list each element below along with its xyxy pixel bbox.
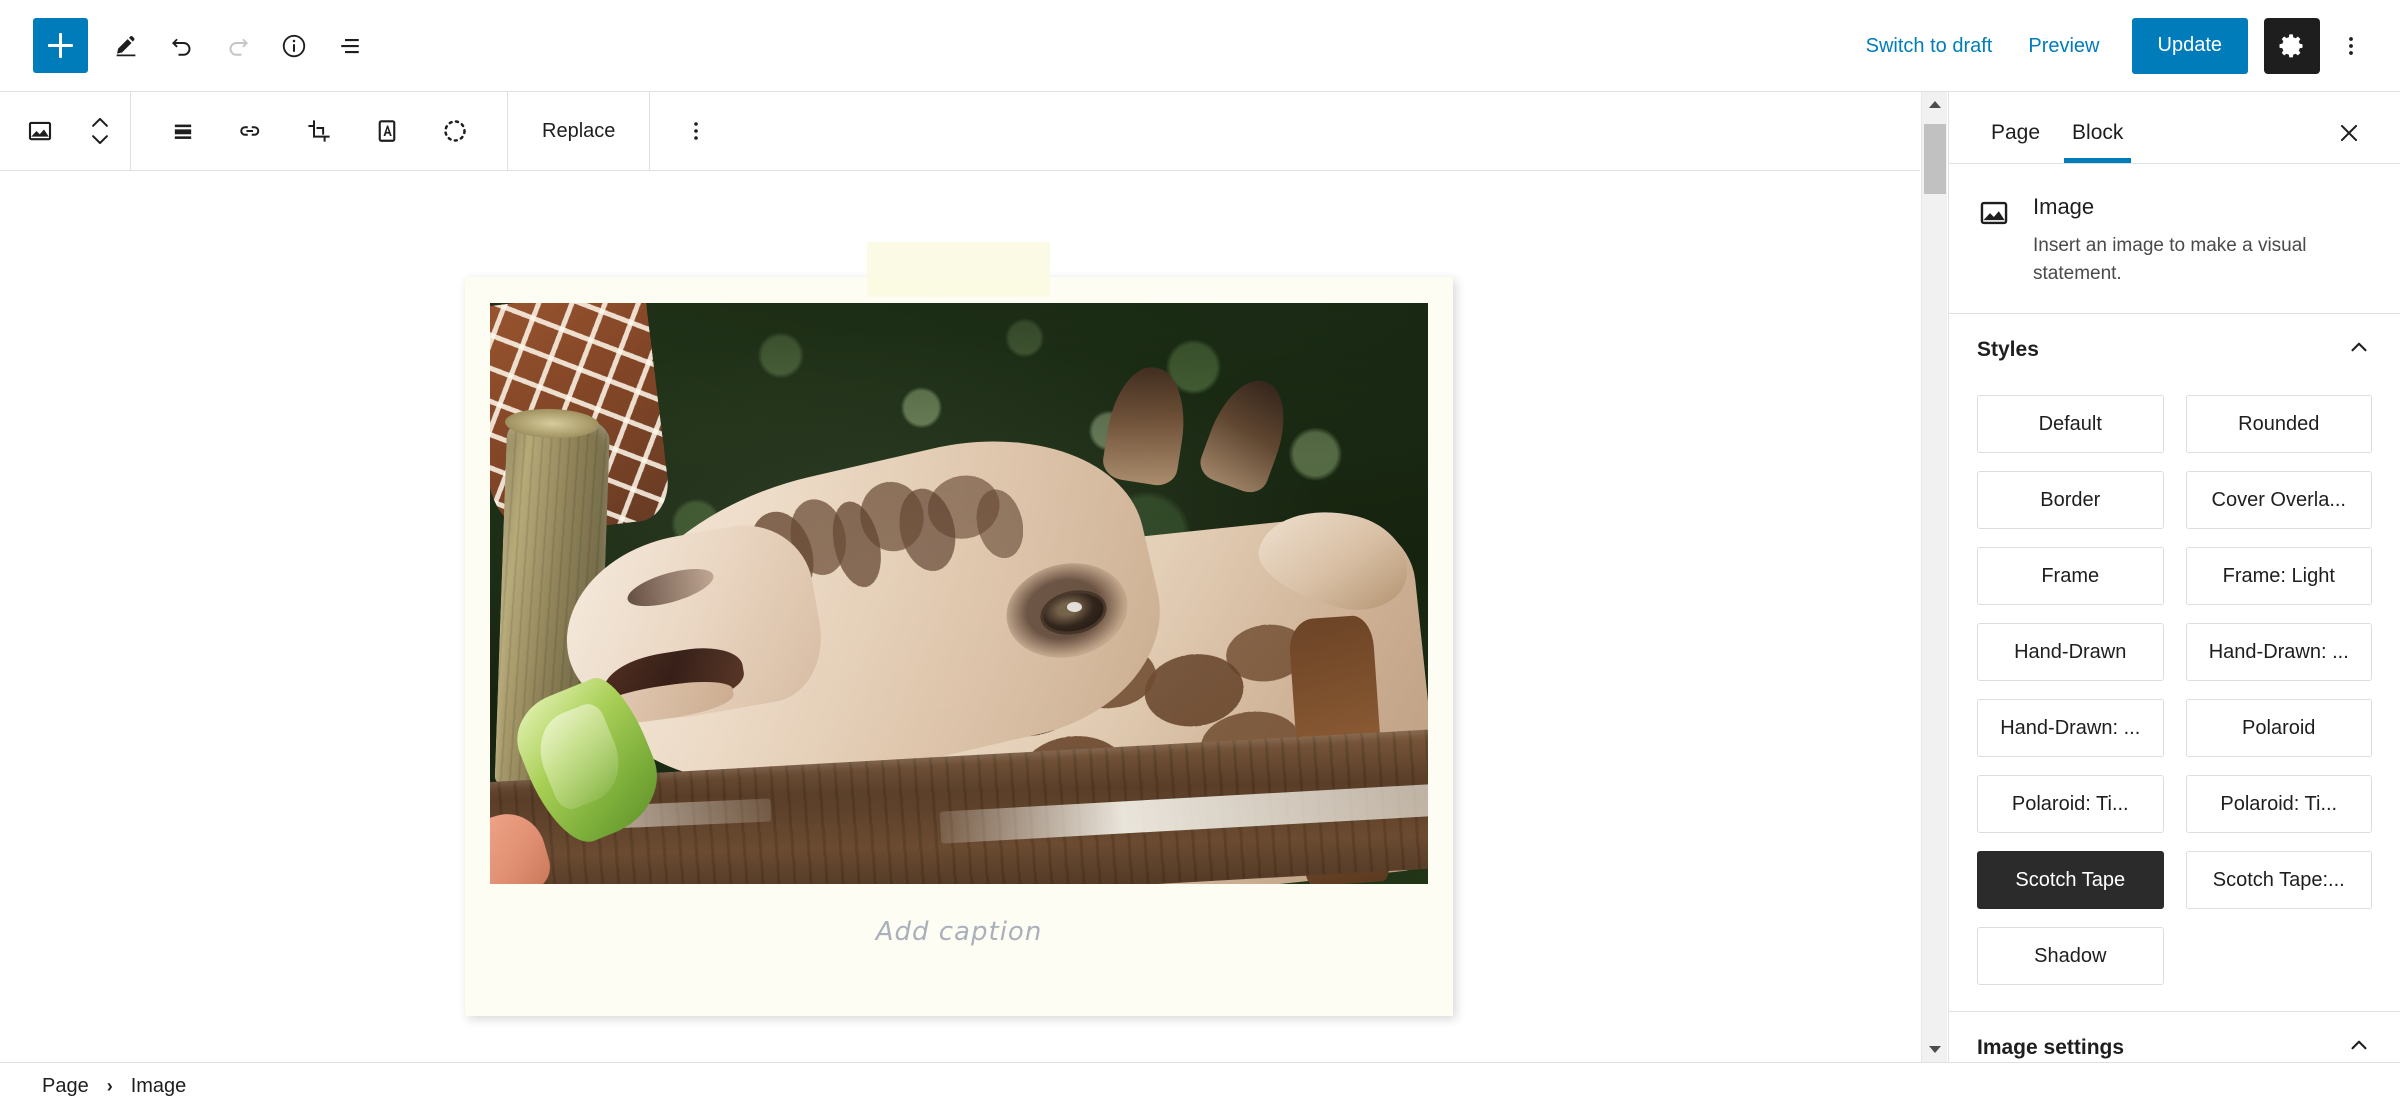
kebab-menu-icon bbox=[694, 122, 699, 140]
more-options-button[interactable] bbox=[2326, 18, 2376, 74]
settings-button[interactable] bbox=[2264, 17, 2320, 74]
duotone-filter-button[interactable] bbox=[421, 92, 489, 171]
block-toolbar: Replace bbox=[0, 91, 1920, 171]
style-option-polaroid-tilt-1[interactable]: Polaroid: Ti... bbox=[1977, 775, 2164, 834]
block-title: Image bbox=[2033, 194, 2095, 219]
move-updown-button[interactable] bbox=[70, 92, 130, 171]
list-view-icon bbox=[341, 38, 359, 53]
undo-button[interactable] bbox=[154, 18, 210, 74]
switch-to-draft-button[interactable]: Switch to draft bbox=[1848, 18, 2011, 74]
style-option-frame-light[interactable]: Frame: Light bbox=[2185, 547, 2372, 606]
block-type-group bbox=[0, 92, 130, 171]
scrollbar-down-button[interactable] bbox=[1922, 1036, 1948, 1062]
kebab-menu-icon bbox=[2349, 36, 2353, 55]
image-settings-panel-title: Image settings bbox=[1977, 1035, 2125, 1059]
breadcrumb-separator-icon: › bbox=[106, 1076, 113, 1096]
link-icon bbox=[240, 126, 260, 136]
chevron-up-icon bbox=[2346, 1032, 2372, 1062]
info-icon bbox=[282, 34, 306, 57]
crop-button[interactable] bbox=[285, 92, 353, 171]
block-info-card: Image Insert an image to make a visual s… bbox=[1949, 164, 2400, 313]
add-block-button[interactable] bbox=[33, 18, 88, 73]
crop-icon bbox=[308, 120, 330, 142]
style-option-rounded[interactable]: Rounded bbox=[2185, 395, 2372, 454]
close-sidebar-button[interactable] bbox=[2324, 103, 2374, 163]
preview-button[interactable]: Preview bbox=[2010, 18, 2117, 74]
style-option-border[interactable]: Border bbox=[1977, 471, 2164, 530]
redo-button[interactable] bbox=[210, 18, 266, 74]
breadcrumb-bar: Page › Image bbox=[0, 1062, 2400, 1110]
align-icon bbox=[174, 124, 192, 139]
block-format-group bbox=[131, 92, 489, 171]
editor-canvas[interactable]: Add caption bbox=[0, 172, 1920, 1062]
style-option-polaroid-tilt-2[interactable]: Polaroid: Ti... bbox=[2185, 775, 2372, 834]
styles-option-grid: Default Rounded Border Cover Overla... F… bbox=[1949, 385, 2400, 1011]
chevron-updown-icon bbox=[92, 117, 108, 145]
image-icon bbox=[1977, 196, 2011, 287]
image-caption-input[interactable]: Add caption bbox=[490, 917, 1428, 947]
tab-block[interactable]: Block bbox=[2056, 103, 2139, 163]
breadcrumb-item-page[interactable]: Page bbox=[36, 1071, 95, 1102]
triangle-up-icon bbox=[1929, 101, 1941, 108]
duotone-circle-icon bbox=[444, 120, 466, 142]
pencil-icon bbox=[116, 35, 136, 56]
canvas-scrollbar[interactable] bbox=[1921, 92, 1947, 1062]
style-option-default[interactable]: Default bbox=[1977, 395, 2164, 454]
text-over-image-button[interactable] bbox=[353, 92, 421, 171]
scrollbar-thumb[interactable] bbox=[1924, 124, 1946, 194]
styles-panel-header[interactable]: Styles bbox=[1949, 313, 2400, 385]
block-info-text: Image Insert an image to make a visual s… bbox=[2033, 194, 2363, 287]
style-option-shadow[interactable]: Shadow bbox=[1977, 927, 2164, 986]
style-option-cover-overlay[interactable]: Cover Overla... bbox=[2185, 471, 2372, 530]
style-option-hand-drawn-2[interactable]: Hand-Drawn: ... bbox=[2185, 623, 2372, 682]
settings-sidebar: Page Block Image Insert an image to make… bbox=[1948, 92, 2400, 1062]
breadcrumb-item-image[interactable]: Image bbox=[125, 1071, 193, 1102]
giraffe-eye-glint bbox=[1066, 601, 1082, 612]
details-button[interactable] bbox=[266, 18, 322, 74]
block-description: Insert an image to make a visual stateme… bbox=[2033, 235, 2307, 284]
sidebar-tab-bar: Page Block bbox=[1949, 92, 2400, 164]
text-over-image-icon bbox=[378, 120, 396, 142]
style-option-scotch-tape-2[interactable]: Scotch Tape:... bbox=[2185, 851, 2372, 910]
header-left-tools bbox=[0, 0, 378, 92]
close-icon bbox=[2340, 124, 2358, 142]
style-option-hand-drawn[interactable]: Hand-Drawn bbox=[1977, 623, 2164, 682]
update-button[interactable]: Update bbox=[2131, 17, 2248, 74]
chevron-up-icon bbox=[2346, 334, 2372, 365]
scotch-tape-overlay bbox=[867, 242, 1050, 297]
gear-icon bbox=[2279, 33, 2303, 57]
style-option-polaroid[interactable]: Polaroid bbox=[2185, 699, 2372, 758]
triangle-down-icon bbox=[1929, 1046, 1941, 1053]
link-button[interactable] bbox=[217, 92, 285, 171]
style-option-scotch-tape[interactable]: Scotch Tape bbox=[1977, 851, 2164, 910]
undo-icon bbox=[172, 38, 191, 56]
style-option-frame[interactable]: Frame bbox=[1977, 547, 2164, 606]
block-options-button[interactable] bbox=[666, 92, 726, 171]
image-settings-panel-header[interactable]: Image settings bbox=[1949, 1011, 2400, 1062]
redo-icon bbox=[229, 38, 248, 56]
editor-header: Switch to draft Preview Update bbox=[0, 0, 2400, 92]
list-view-button[interactable] bbox=[322, 18, 378, 74]
header-right-actions: Switch to draft Preview Update bbox=[1848, 0, 2400, 92]
align-button[interactable] bbox=[149, 92, 217, 171]
style-option-hand-drawn-3[interactable]: Hand-Drawn: ... bbox=[1977, 699, 2164, 758]
scrollbar-up-button[interactable] bbox=[1922, 92, 1948, 118]
toolbar-divider bbox=[649, 91, 651, 171]
tab-page[interactable]: Page bbox=[1975, 103, 2056, 163]
edit-tool-button[interactable] bbox=[98, 18, 154, 74]
styles-panel-title: Styles bbox=[1977, 337, 2039, 361]
replace-button[interactable]: Replace bbox=[508, 92, 649, 171]
image-icon bbox=[28, 121, 52, 141]
giraffe-photo[interactable] bbox=[490, 303, 1428, 884]
image-block[interactable]: Add caption bbox=[465, 242, 1453, 1016]
block-type-image-button[interactable] bbox=[10, 92, 70, 171]
